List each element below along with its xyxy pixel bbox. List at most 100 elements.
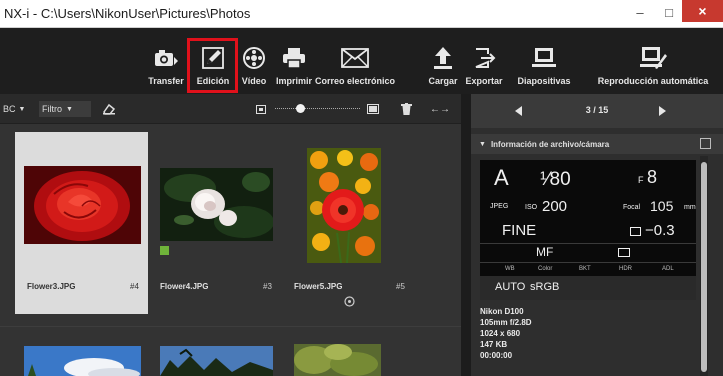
thumbnail-image-next-2[interactable] — [160, 346, 273, 376]
hdr-label: HDR — [619, 266, 632, 272]
slideshow-label: Diapositivas — [517, 76, 571, 86]
iso-value: 200 — [542, 198, 568, 215]
slideshow-button[interactable]: Diapositivas — [512, 28, 576, 94]
camera-info-display: A ¹⁄80 F 8 JPEG ISO 200 Focal 105 mm FIN… — [480, 160, 696, 300]
thumbnail-number: #4 — [130, 282, 139, 291]
bracketing-label: BKT — [579, 266, 591, 272]
exposure-compensation-icon — [630, 227, 641, 236]
thumbnail-grid: Flower3.JPG #4 Flower4.JPG #3 Flower5.JP… — [0, 130, 461, 376]
image-quality: FINE — [502, 222, 537, 239]
transfer-button[interactable]: Transfer — [145, 28, 187, 94]
video-label: Vídeo — [241, 76, 267, 86]
thumbnail-filename: Flower4.JPG — [160, 282, 209, 291]
aperture-prefix: F — [638, 175, 644, 185]
export-icon — [472, 46, 496, 70]
autoplay-button[interactable]: Reproducción automática — [586, 28, 720, 94]
camera-model: Nikon D100 — [480, 307, 524, 316]
aperture-value: 8 — [647, 167, 658, 187]
eraser-icon — [103, 103, 116, 115]
wb-label: WB — [505, 266, 515, 272]
scrollbar-thumb[interactable] — [701, 162, 707, 372]
video-button[interactable]: Vídeo — [238, 28, 270, 94]
label-filter-button[interactable] — [99, 101, 121, 117]
upload-icon — [433, 46, 453, 70]
shooting-mode: A — [494, 165, 509, 190]
thumbnail-filename: Flower3.JPG — [27, 282, 76, 291]
image-dimensions: 1024 x 680 — [480, 329, 521, 338]
focal-value: 105 — [650, 198, 674, 214]
thumbnail-image-flower3[interactable] — [24, 166, 141, 244]
color-label: Color — [538, 266, 553, 272]
info-panel-header[interactable]: ▼ Información de archivo/cámara — [471, 134, 723, 154]
thumbnail-image-next-1[interactable] — [24, 346, 141, 376]
thumbnail-image-flower5[interactable] — [307, 148, 381, 263]
metering-icon — [618, 248, 630, 257]
info-side-panel: 3 / 15 ▼ Información de archivo/cámara A… — [471, 94, 723, 376]
printer-icon — [281, 46, 307, 70]
close-button[interactable]: × — [682, 0, 723, 22]
thumbnail-browser: BC ▼ Filtro ▼ ←→ Flower3.JPG #4 Flower4.… — [0, 94, 461, 376]
info-divider — [480, 243, 696, 244]
panel-options-icon[interactable] — [700, 138, 711, 149]
iso-label: ISO — [525, 204, 538, 211]
transfer-label: Transfer — [148, 76, 184, 86]
collapse-chevron-icon: ▼ — [479, 140, 486, 148]
thumbnail-number: #5 — [396, 282, 405, 291]
shutter-speed: ¹⁄80 — [540, 169, 571, 190]
exposure-compensation: −0.3 — [645, 222, 675, 239]
autoplay-label: Reproducción automática — [597, 76, 709, 86]
window-title: NX-i - C:\Users\NikonUser\Pictures\Photo… — [4, 6, 251, 21]
sort-label: BC — [3, 104, 16, 114]
thumbnail-size-slider[interactable] — [275, 108, 360, 109]
small-thumb-icon — [256, 104, 266, 114]
thumbnail-image-next-3[interactable] — [294, 344, 381, 376]
thumbnail-image-flower4[interactable] — [160, 168, 273, 241]
small-thumbnail-button[interactable] — [253, 101, 269, 117]
chevron-down-icon: ▼ — [66, 105, 73, 113]
color-space-value: sRGB — [530, 281, 560, 293]
delete-button[interactable] — [398, 101, 416, 117]
upload-button[interactable]: Cargar — [426, 28, 460, 94]
image-format: JPEG — [490, 203, 509, 210]
filter-label: Filtro — [42, 104, 62, 114]
info-divider — [480, 262, 696, 263]
thumbnail-number: #3 — [263, 282, 272, 291]
print-button[interactable]: Imprimir — [272, 28, 316, 94]
chevron-down-icon: ▼ — [18, 105, 26, 113]
info-panel-title: Información de archivo/cámara — [490, 139, 610, 149]
thumbnail-filename: Flower5.JPG — [294, 282, 343, 291]
browser-toolbar: BC ▼ Filtro ▼ ←→ — [0, 94, 461, 124]
large-thumbnail-button[interactable] — [364, 101, 382, 117]
arrows-horizontal-icon: ←→ — [430, 103, 450, 115]
previous-arrow-icon[interactable] — [515, 106, 522, 116]
maximize-button[interactable]: □ — [654, 0, 684, 24]
email-button[interactable]: Correo electrónico — [314, 28, 396, 94]
filter-dropdown[interactable]: Filtro ▼ — [39, 101, 91, 117]
image-counter: 3 / 15 — [585, 105, 609, 115]
trash-icon — [401, 103, 412, 115]
upload-label: Cargar — [428, 76, 458, 86]
main-toolbar: Transfer Edición Vídeo Imprimir Correo e… — [0, 28, 723, 94]
adl-label: ADL — [662, 266, 674, 272]
slideshow-icon — [530, 46, 558, 70]
export-button[interactable]: Exportar — [464, 28, 504, 94]
email-label: Correo electrónico — [314, 76, 396, 86]
video-reel-icon — [242, 46, 266, 70]
minimize-button[interactable]: – — [625, 0, 655, 24]
export-label: Exportar — [465, 76, 503, 86]
expand-button[interactable]: ←→ — [427, 101, 457, 117]
edit-highlight-frame — [187, 38, 238, 93]
lens-info: 105mm f/2.8D — [480, 318, 532, 327]
file-size: 147 KB — [480, 340, 508, 349]
slider-handle[interactable] — [296, 104, 305, 113]
info-scrollbar[interactable] — [700, 156, 708, 376]
sort-dropdown[interactable]: BC ▼ — [0, 101, 34, 117]
focal-unit: mm — [684, 204, 696, 211]
autoplay-icon — [639, 46, 667, 70]
image-navigator: 3 / 15 — [471, 94, 723, 128]
large-thumb-icon — [367, 104, 379, 114]
title-bar: NX-i - C:\Users\NikonUser\Pictures\Photo… — [0, 0, 723, 28]
panel-splitter[interactable] — [461, 94, 471, 376]
next-arrow-icon[interactable] — [659, 106, 666, 116]
print-label: Imprimir — [275, 76, 312, 86]
